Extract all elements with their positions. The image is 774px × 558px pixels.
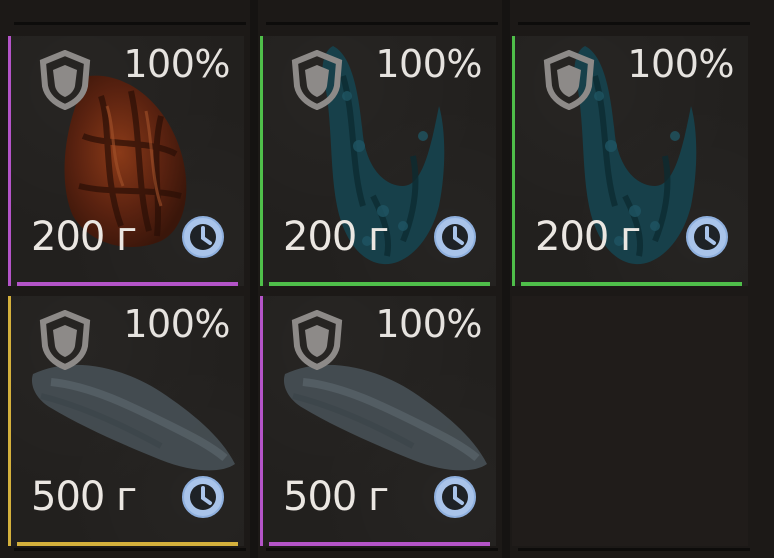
rarity-underline [269, 282, 490, 286]
row-top-line [518, 22, 750, 25]
inventory-grid: 100% 200 г 100% 200 г 100% 200 г 100% 50… [0, 0, 774, 558]
quality-percent: 100% [123, 42, 230, 86]
row-bottom-line [14, 548, 246, 551]
shield-icon [39, 310, 91, 370]
clock-icon [434, 216, 476, 258]
quality-percent: 100% [375, 302, 482, 346]
inventory-slot[interactable]: 100% 500 г [260, 296, 496, 546]
column-separator [502, 0, 510, 558]
row-top-line [14, 22, 246, 25]
shield-icon [39, 50, 91, 110]
row-bottom-line [266, 548, 498, 551]
clock-icon [686, 216, 728, 258]
rarity-underline [17, 282, 238, 286]
inventory-slot[interactable]: 100% 200 г [8, 36, 244, 286]
quality-percent: 100% [375, 42, 482, 86]
quality-percent: 100% [123, 302, 230, 346]
clock-icon [182, 216, 224, 258]
item-weight: 200 г [283, 214, 389, 260]
item-weight: 500 г [31, 474, 137, 520]
shield-icon [543, 50, 595, 110]
shield-icon [291, 50, 343, 110]
item-weight: 200 г [31, 214, 137, 260]
row-top-line [266, 22, 498, 25]
inventory-slot[interactable]: 100% 500 г [8, 296, 244, 546]
clock-icon [434, 476, 476, 518]
column-separator [250, 0, 258, 558]
rarity-underline [17, 542, 238, 546]
quality-percent: 100% [627, 42, 734, 86]
item-weight: 500 г [283, 474, 389, 520]
rarity-underline [269, 542, 490, 546]
shield-icon [291, 310, 343, 370]
empty-inventory-slot[interactable] [512, 296, 748, 546]
item-weight: 200 г [535, 214, 641, 260]
rarity-underline [521, 282, 742, 286]
inventory-slot[interactable]: 100% 200 г [512, 36, 748, 286]
clock-icon [182, 476, 224, 518]
inventory-slot[interactable]: 100% 200 г [260, 36, 496, 286]
row-bottom-line [518, 548, 750, 551]
